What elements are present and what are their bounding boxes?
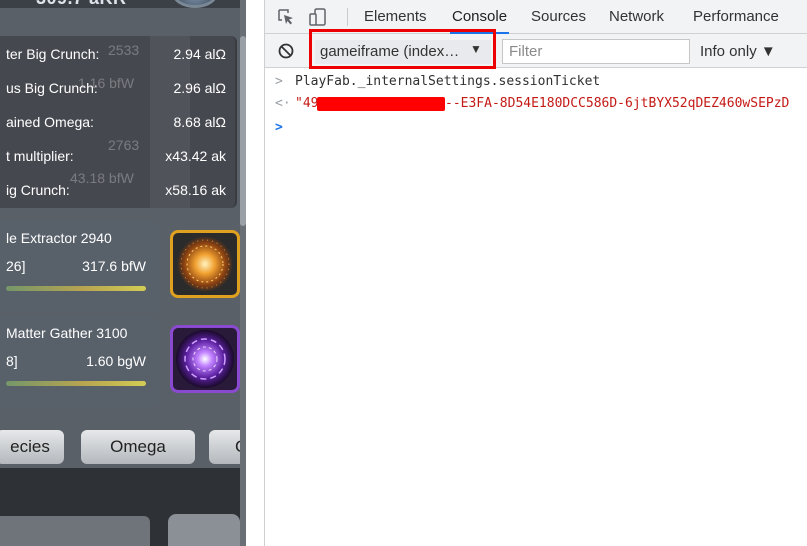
stat-row: us Big Crunch: 2.96 alΩ [6,77,230,99]
game-header: 309.7 aKR [0,0,246,8]
bottom-icon[interactable] [168,514,240,546]
tab-sources[interactable]: Sources [531,0,586,34]
matter-gatherer-icon[interactable] [170,325,240,393]
tab-performance[interactable]: Performance [693,0,779,34]
generator-count: 8] [6,353,18,369]
toolbar-divider [347,8,348,26]
result-arrow-icon: <· [275,96,291,111]
generator-progress [6,286,146,291]
console-input-line: > PlayFab._internalSettings.sessionTicke… [265,71,807,93]
redaction-bar [317,97,445,111]
device-toolbar-icon[interactable] [309,8,327,26]
console-result-line: <· "49 --E3FA-8D54E180DCC586D-6jtBYX52qD… [265,93,807,115]
log-level-select[interactable]: Info only ▼ [700,40,776,64]
game-scrollbar-thumb[interactable] [240,36,246,226]
generator-name: le Extractor 2940 [6,230,112,246]
sun-icon [177,236,233,292]
stat-value: x43.42 ak [165,148,226,164]
generator-card[interactable]: Matter Gather 3100 8] 1.60 bgW [0,317,160,407]
stat-row: t multiplier: x43.42 ak [6,145,230,167]
generator-name: Matter Gather 3100 [6,325,128,341]
filter-input[interactable] [502,39,690,64]
resource-total: 309.7 aKR [36,0,127,8]
orb-icon[interactable] [172,0,218,8]
stat-label: ter Big Crunch: [6,46,100,62]
tab-species[interactable]: ecies [0,428,66,466]
vortex-icon [176,330,234,388]
generator-rate: 317.6 bfW [82,258,146,274]
stat-row: ig Crunch: x58.16 ak [6,179,230,201]
inspect-element-icon[interactable] [277,8,295,26]
bottom-card[interactable] [0,516,150,546]
result-string: --E3FA-8D54E180DCC586D-6jtBYX52qDEZ460wS… [445,96,790,111]
console-output: > PlayFab._internalSettings.sessionTicke… [265,68,807,546]
context-highlight-annotation [309,29,496,69]
devtools-panel: Elements Console Sources Network Perform… [264,0,807,546]
stat-label: ained Omega: [6,114,94,130]
stat-value: x58.16 ak [165,182,226,198]
console-prompt-line[interactable]: > [265,117,807,139]
stat-value: 2.94 alΩ [173,46,227,62]
generator-rate: 1.60 bgW [86,353,146,369]
stat-row: ter Big Crunch: 2.94 alΩ [6,43,230,65]
clear-console-icon[interactable] [277,42,295,60]
stat-row: ained Omega: 8.68 alΩ [6,111,230,133]
tab-network[interactable]: Network [609,0,664,34]
stat-label: t multiplier: [6,148,74,164]
game-panel: 309.7 aKR 2533 1.16 bfW 2763 43.18 bfW t… [0,0,246,546]
stat-value: 2.96 alΩ [173,80,227,96]
console-command: PlayFab._internalSettings.sessionTicket [295,74,601,89]
prompt-chevron-icon: > [275,120,283,135]
screen: 309.7 aKR 2533 1.16 bfW 2763 43.18 bfW t… [0,0,807,546]
stat-label: us Big Crunch: [6,80,98,96]
generator-progress [6,381,146,386]
stat-label: ig Crunch: [6,182,70,198]
stat-value: 8.68 alΩ [173,114,227,130]
result-string-prefix: "49 [295,96,319,111]
generator-card[interactable]: le Extractor 2940 26] 317.6 bfW [0,222,160,312]
extractor-icon[interactable] [170,230,240,298]
tab-omega[interactable]: Omega [79,428,197,466]
input-chevron-icon: > [275,74,283,89]
generator-count: 26] [6,258,26,274]
